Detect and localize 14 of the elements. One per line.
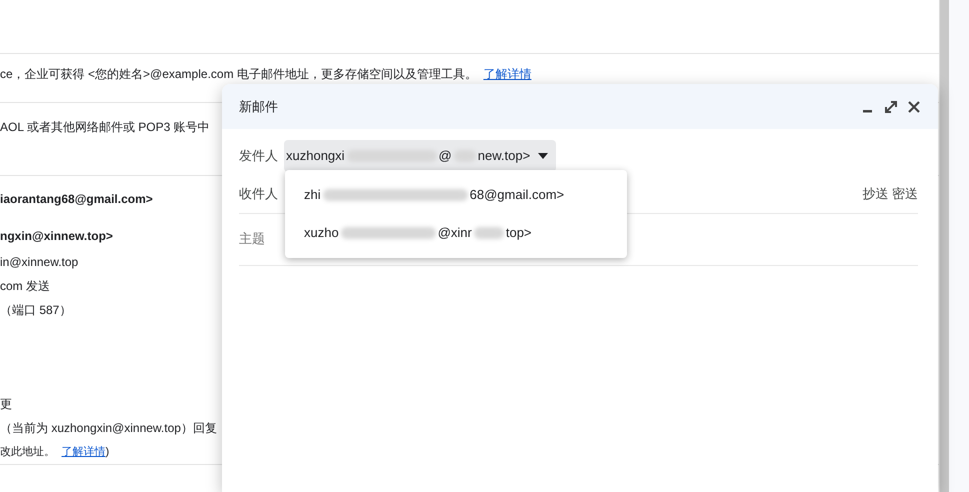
setting-text: 改此地址。: [0, 446, 55, 458]
paren-text: ): [106, 446, 110, 458]
setting-text: iaorantang68@gmail.com>: [0, 192, 153, 206]
setting-text: （端口 587）: [0, 303, 72, 317]
setting-text: in@xinnew.top: [0, 255, 78, 269]
setting-text: 更: [0, 397, 12, 411]
field-label: 发件人: [239, 146, 278, 165]
window-title: 新邮件: [239, 98, 278, 116]
setting-text: ce，企业可获得 <您的姓名>@example.com 电子邮件地址，更多存储空间以及管理工具。: [0, 67, 477, 81]
setting-text: AOL 或者其他网络邮件或 POP3 账号中: [0, 120, 210, 134]
setting-text: ngxin@xinnew.top>: [0, 229, 113, 243]
setting-text: com 发送: [0, 279, 50, 293]
field-label: 收件人: [239, 185, 278, 204]
setting-text: （当前为 xuzhongxin@xinnew.top）回复: [0, 421, 217, 435]
